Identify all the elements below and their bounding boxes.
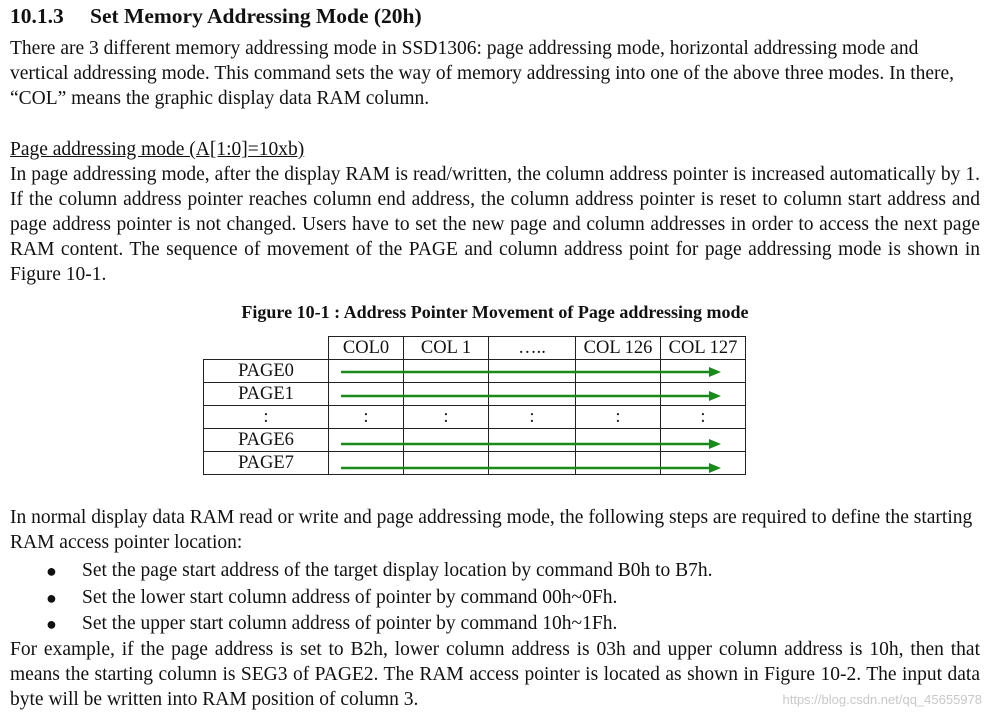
- col-header: COL 126: [575, 336, 661, 360]
- table-row: : : : : : :: [203, 405, 746, 429]
- table-cell: [660, 428, 746, 452]
- col-header: COL 1: [403, 336, 489, 360]
- step-text: Set the lower start column address of po…: [82, 586, 618, 608]
- table-cell: [488, 382, 576, 406]
- ellipsis-cell: :: [403, 405, 489, 429]
- bullet-icon: ●: [46, 614, 57, 634]
- table-cell: [575, 359, 661, 383]
- steps-list: ● Set the page start address of the targe…: [10, 558, 713, 638]
- ellipsis-cell: :: [488, 405, 576, 429]
- step-text: Set the upper start column address of po…: [82, 613, 618, 634]
- table-cell: [575, 382, 661, 406]
- table-cell: [660, 382, 746, 406]
- table-cell: [328, 382, 404, 406]
- table-cell: [660, 451, 746, 475]
- ellipsis-cell: :: [575, 405, 661, 429]
- table-cell: [403, 382, 489, 406]
- address-pointer-table: COL0 COL 1 ….. COL 126 COL 127 PAGE0 PAG…: [203, 336, 746, 475]
- table-cell: [660, 359, 746, 383]
- table-row: PAGE6: [203, 428, 746, 452]
- step-text: Set the page start address of the target…: [82, 560, 713, 581]
- watermark: https://blog.csdn.net/qq_45655978: [782, 692, 983, 707]
- page-label: PAGE7: [203, 451, 329, 475]
- table-cell: [575, 428, 661, 452]
- page-label: PAGE0: [203, 359, 329, 383]
- figure-caption: Figure 10-1 : Address Pointer Movement o…: [241, 302, 749, 322]
- col-header: …..: [488, 336, 576, 360]
- bullet-icon: ●: [46, 561, 57, 581]
- page-label: PAGE1: [203, 382, 329, 406]
- table-cell: [328, 428, 404, 452]
- list-item: ● Set the lower start column address of p…: [10, 585, 713, 612]
- intro-paragraph: There are 3 different memory addressing …: [10, 38, 955, 109]
- table-cell: [575, 451, 661, 475]
- table-row: PAGE1: [203, 382, 746, 406]
- list-item: ● Set the page start address of the targe…: [10, 558, 713, 585]
- header-blank-cell: [203, 336, 329, 360]
- table-cell: [328, 359, 404, 383]
- section-title: Set Memory Addressing Mode (20h): [90, 4, 422, 28]
- page-label: :: [203, 405, 329, 429]
- ellipsis-cell: :: [660, 405, 746, 429]
- col-header: COL 127: [660, 336, 746, 360]
- page-mode-paragraph: In page addressing mode, after the displ…: [10, 164, 980, 285]
- table-cell: [488, 428, 576, 452]
- section-number: 10.1.3: [10, 4, 64, 28]
- section-heading: 10.1.3 Set Memory Addressing Mode (20h): [10, 4, 422, 29]
- list-item: ● Set the upper start column address of p…: [10, 611, 713, 638]
- table-cell: [403, 428, 489, 452]
- table-cell: [488, 451, 576, 475]
- col-header: COL0: [328, 336, 404, 360]
- table-row: PAGE0: [203, 359, 746, 383]
- table-header-row: COL0 COL 1 ….. COL 126 COL 127: [203, 336, 746, 360]
- table-cell: [328, 451, 404, 475]
- ellipsis-cell: :: [328, 405, 404, 429]
- table-cell: [403, 359, 489, 383]
- page-mode-subheading: Page addressing mode (A[1:0]=10xb): [10, 139, 305, 160]
- normal-mode-paragraph: In normal display data RAM read or write…: [10, 507, 973, 553]
- table-cell: [488, 359, 576, 383]
- table-row: PAGE7: [203, 451, 746, 475]
- table-cell: [403, 451, 489, 475]
- bullet-icon: ●: [46, 587, 57, 608]
- page-label: PAGE6: [203, 428, 329, 452]
